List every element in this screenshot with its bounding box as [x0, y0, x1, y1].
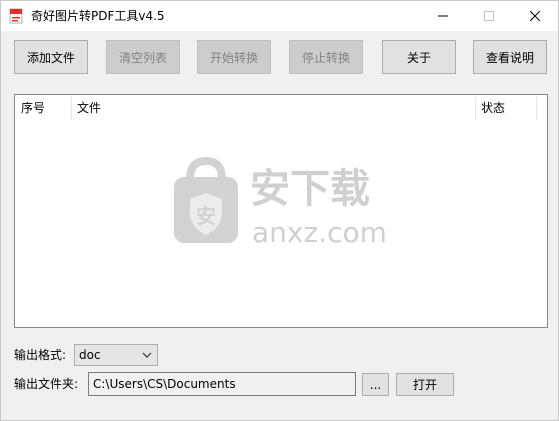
open-folder-button[interactable]: 打开 — [396, 373, 454, 396]
watermark-en: anxz.com — [252, 216, 387, 249]
output-folder-label: 输出文件夹: — [14, 377, 79, 391]
window-title: 奇好图片转PDF工具v4.5 — [31, 9, 165, 23]
close-icon — [530, 11, 540, 21]
output-folder-input[interactable] — [88, 372, 356, 396]
stop-convert-button[interactable]: 停止转换 — [289, 40, 363, 74]
browse-folder-button[interactable]: ... — [362, 373, 389, 396]
list-header: 序号 文件 状态 — [15, 95, 547, 122]
maximize-button[interactable] — [466, 1, 512, 31]
shield-bag-icon: 安 — [174, 157, 238, 243]
watermark: 安 安下载 anxz.com — [170, 157, 400, 267]
column-divider[interactable] — [536, 97, 537, 120]
start-convert-button[interactable]: 开始转换 — [197, 40, 271, 74]
output-format-select[interactable]: doc — [74, 344, 158, 366]
app-pdf-icon — [8, 8, 24, 24]
file-list[interactable]: 序号 文件 状态 安 安下载 anxz.com — [14, 94, 548, 328]
help-button[interactable]: 查看说明 — [473, 40, 547, 74]
minimize-icon — [438, 15, 448, 17]
app-window: 奇好图片转PDF工具v4.5 添加文件 清空列表 开始转换 停止转换 关于 查看… — [0, 0, 559, 421]
chevron-down-icon — [142, 352, 152, 358]
add-file-button[interactable]: 添加文件 — [14, 40, 88, 74]
output-format-label: 输出格式: — [14, 348, 67, 362]
maximize-icon — [484, 11, 494, 21]
minimize-button[interactable] — [420, 1, 466, 31]
column-header-file[interactable]: 文件 — [71, 95, 475, 122]
watermark-cn: 安下载 — [250, 166, 370, 212]
about-button[interactable]: 关于 — [382, 40, 456, 74]
title-bar: 奇好图片转PDF工具v4.5 — [1, 1, 558, 31]
svg-text:安: 安 — [196, 204, 216, 228]
output-format-value: doc — [79, 348, 101, 362]
close-button[interactable] — [512, 1, 558, 31]
clear-list-button[interactable]: 清空列表 — [106, 40, 180, 74]
column-header-index[interactable]: 序号 — [15, 95, 71, 122]
